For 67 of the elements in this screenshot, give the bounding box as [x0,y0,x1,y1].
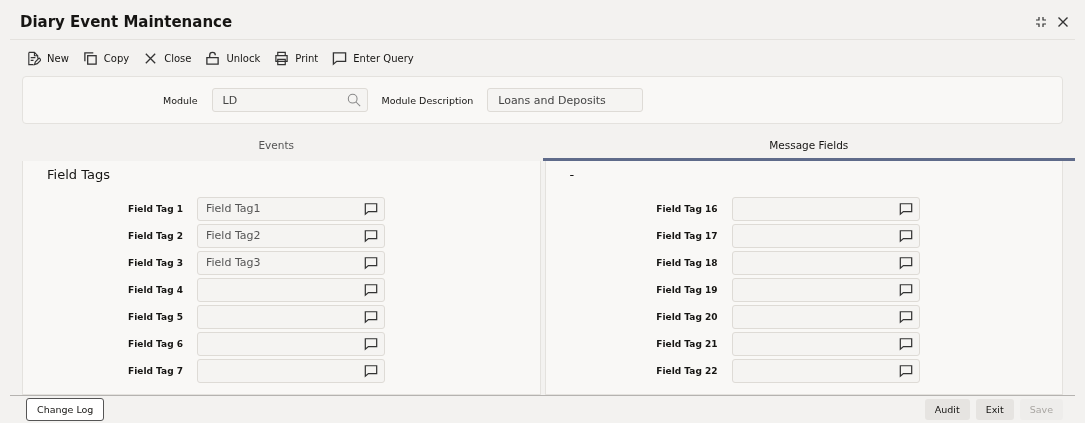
input-field[interactable] [731,196,920,221]
field-label: Field Tag 3 [127,257,184,268]
input-field[interactable]: Field Tag2 [197,223,385,248]
field-label: Field Tag 22 [655,365,719,376]
input-field[interactable]: Loans and Deposits [487,88,644,112]
input-field[interactable] [731,277,920,302]
toolbar-button[interactable]: Copy [82,50,130,66]
speech-bubble-icon[interactable] [898,363,913,378]
field-label: Field Tag 19 [655,284,719,295]
footer-button[interactable]: Exit [975,399,1014,420]
field-label: Field Tag 17 [655,230,719,241]
speech-bubble-icon[interactable] [898,336,913,351]
close-icon[interactable] [1057,15,1069,28]
speech-bubble-icon[interactable] [364,363,378,378]
tab[interactable]: Events [10,132,543,161]
speech-bubble-icon[interactable] [364,201,378,216]
unlock-icon [205,50,221,66]
speech-bubble-icon[interactable] [364,309,378,324]
input-field[interactable] [731,250,920,275]
speech-bubble-icon[interactable] [898,228,913,243]
input-field[interactable] [731,223,920,248]
field-label: Field Tag 6 [127,338,184,349]
field-label: Field Tag 2 [127,230,184,241]
print-icon [274,50,290,66]
field-label: Module [163,94,198,106]
field-label: Field Tag 5 [127,311,184,322]
speech-bubble-icon[interactable] [364,282,378,297]
collapse-icon[interactable] [1035,15,1047,28]
field-label: Field Tag 1 [127,203,184,214]
field-label: Field Tag 21 [655,338,719,349]
input-field[interactable]: Field Tag1 [197,196,385,221]
toolbar-button[interactable]: Print [274,50,319,66]
section-heading: - [569,167,575,182]
input-field[interactable] [197,304,385,329]
speech-bubble-icon[interactable] [898,255,913,270]
copy-icon [82,50,98,66]
field-label: Field Tag 18 [655,257,719,268]
input-field[interactable] [731,304,920,329]
document-edit-icon [26,50,41,66]
field-label: Field Tag 20 [655,311,719,322]
speech-bubble-icon[interactable] [364,336,378,351]
toolbar-button[interactable]: Close [143,50,192,66]
search-icon[interactable] [346,93,361,107]
speech-bubble-icon[interactable] [364,228,378,243]
input-field[interactable] [197,358,385,383]
input-field[interactable] [731,331,920,356]
toolbar-button[interactable]: Unlock [205,50,261,66]
speech-bubble-icon[interactable] [364,255,378,270]
field-label: Field Tag 4 [127,284,184,295]
speech-bubble-icon[interactable] [898,282,913,297]
field-label: Field Tag 7 [127,365,184,376]
input-field[interactable] [197,277,385,302]
field-label: Field Tag 16 [655,203,719,214]
toolbar-button[interactable]: New [26,50,69,66]
toolbar-button[interactable]: Enter Query [332,50,414,66]
field-label: Module Description [381,94,474,106]
speech-bubble-icon[interactable] [898,309,913,324]
window-title: Diary Event Maintenance [20,12,233,31]
section-heading: Field Tags [47,167,110,182]
input-field[interactable] [197,331,385,356]
footer-button[interactable]: Audit [924,399,970,420]
input-field[interactable]: LD [211,88,368,112]
input-field[interactable] [731,358,920,383]
speech-bubble-icon[interactable] [898,201,913,216]
input-field[interactable]: Field Tag3 [197,250,385,275]
change-log-button[interactable]: Change Log [26,398,105,421]
speech-bubble-icon [332,50,348,66]
